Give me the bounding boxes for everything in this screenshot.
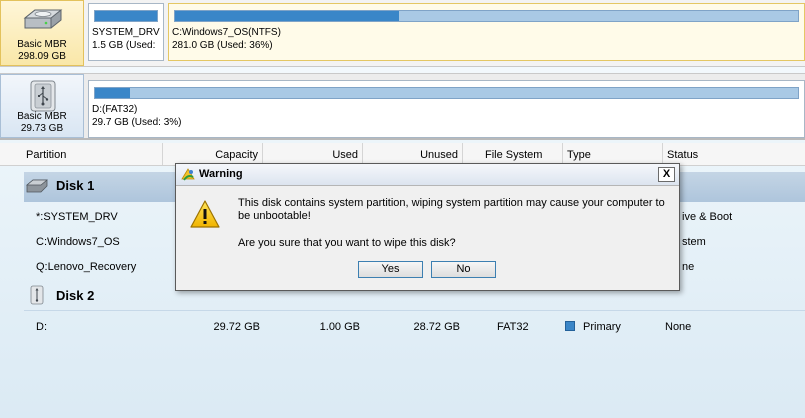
no-button[interactable]: No bbox=[431, 261, 496, 278]
cell-partition: Q:Lenovo_Recovery bbox=[36, 261, 137, 273]
usb-drive-icon bbox=[30, 80, 56, 112]
column-header-file-system[interactable]: File System bbox=[463, 143, 563, 165]
hard-drive-icon bbox=[23, 9, 63, 29]
disk-1-size: 298.09 GB bbox=[18, 51, 66, 62]
warning-dialog: Warning X This disk contains system part… bbox=[175, 163, 680, 291]
disk-1-type: Basic MBR bbox=[17, 39, 67, 50]
partition-size: 29.7 GB (Used: 3%) bbox=[92, 117, 182, 128]
disk-2-size: 29.73 GB bbox=[20, 123, 64, 134]
cell-status: stem bbox=[682, 236, 706, 248]
partition-name: SYSTEM_DRV(I bbox=[92, 27, 160, 38]
disk-2-type: Basic MBR bbox=[17, 111, 67, 122]
usb-drive-icon bbox=[30, 285, 44, 305]
cell-file-system: FAT32 bbox=[497, 321, 529, 333]
cell-partition: D: bbox=[36, 321, 47, 333]
disk-2-label[interactable]: Basic MBR 29.73 GB bbox=[0, 74, 84, 138]
partition-name: C:Windows7_OS(NTFS) bbox=[172, 27, 281, 38]
yes-button[interactable]: Yes bbox=[358, 261, 423, 278]
usage-bar bbox=[174, 10, 799, 22]
cell-status: ne bbox=[682, 261, 695, 273]
warning-icon bbox=[190, 200, 220, 228]
column-header-used[interactable]: Used bbox=[263, 143, 363, 165]
table-row[interactable]: D: 29.72 GB 1.00 GB 28.72 GB FAT32 Prima… bbox=[0, 318, 805, 338]
partition-size: 281.0 GB (Used: 36%) bbox=[172, 40, 273, 51]
usage-bar bbox=[94, 10, 158, 22]
dialog-title: Warning bbox=[199, 168, 243, 180]
disk-group-title: Disk 2 bbox=[56, 288, 95, 303]
partition-block-system-drv[interactable]: SYSTEM_DRV(I 1.5 GB (Used: bbox=[88, 3, 164, 61]
cell-type: Primary bbox=[583, 321, 621, 333]
cell-capacity: 29.72 GB bbox=[213, 321, 260, 333]
cell-used: 1.00 GB bbox=[319, 321, 360, 333]
app-icon bbox=[181, 168, 195, 181]
cell-partition: *:SYSTEM_DRV bbox=[36, 211, 118, 223]
partition-block-windows7-os[interactable]: C:Windows7_OS(NTFS) 281.0 GB (Used: 36%) bbox=[168, 3, 805, 61]
cell-unused: 28.72 GB bbox=[413, 321, 460, 333]
partition-block-d-fat32[interactable]: D:(FAT32) 29.7 GB (Used: 3%) bbox=[88, 80, 805, 138]
column-header-unused[interactable]: Unused bbox=[363, 143, 463, 165]
column-header-status[interactable]: Status bbox=[663, 143, 805, 165]
partition-name: D:(FAT32) bbox=[92, 104, 138, 115]
disk-map-row-1[interactable]: Basic MBR 298.09 GB SYSTEM_DRV(I 1.5 GB … bbox=[0, 0, 805, 67]
cell-status: None bbox=[665, 321, 692, 333]
primary-partition-icon bbox=[565, 321, 575, 331]
dialog-titlebar[interactable]: Warning X bbox=[176, 164, 679, 186]
disk-map-row-2[interactable]: Basic MBR 29.73 GB D:(FAT32) 29.7 GB (Us… bbox=[0, 73, 805, 140]
divider bbox=[24, 310, 805, 311]
column-header-type[interactable]: Type bbox=[563, 143, 663, 165]
column-header-partition[interactable]: Partition bbox=[22, 143, 163, 165]
cell-partition: C:Windows7_OS bbox=[36, 236, 120, 248]
dialog-message: This disk contains system partition, wip… bbox=[238, 197, 665, 222]
close-button[interactable]: X bbox=[658, 167, 675, 182]
disk-group-title: Disk 1 bbox=[56, 178, 95, 193]
usage-bar bbox=[94, 87, 799, 99]
cell-status: ive & Boot bbox=[682, 211, 733, 223]
column-header-capacity[interactable]: Capacity bbox=[163, 143, 263, 165]
disk-1-label[interactable]: Basic MBR 298.09 GB bbox=[0, 0, 84, 66]
hard-drive-icon bbox=[26, 179, 48, 193]
dialog-question: Are you sure that you want to wipe this … bbox=[238, 237, 456, 249]
partition-size: 1.5 GB (Used: bbox=[92, 40, 156, 51]
